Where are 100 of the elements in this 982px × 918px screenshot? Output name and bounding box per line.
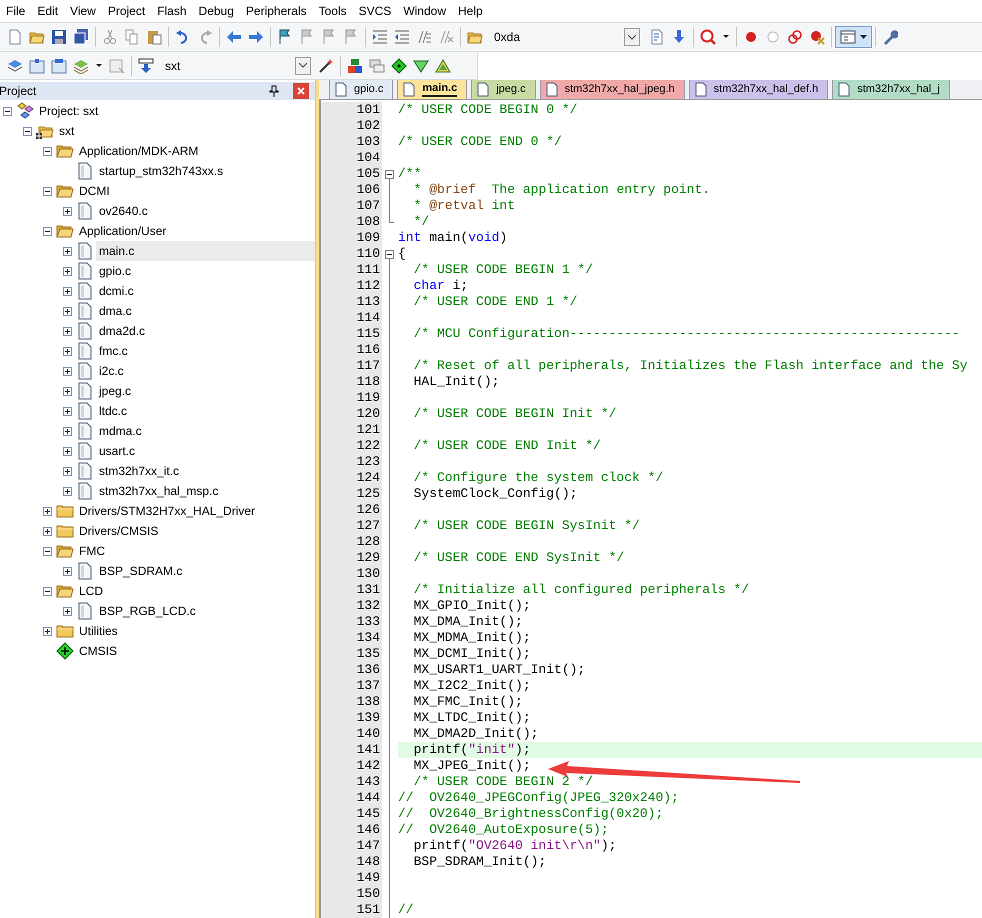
copy-icon[interactable] xyxy=(124,29,140,45)
menu-item[interactable]: Flash xyxy=(151,0,193,22)
fold-icon[interactable] xyxy=(385,170,394,179)
tree-item[interactable]: i2c.c xyxy=(96,361,315,381)
menu-item[interactable]: SVCS xyxy=(352,0,398,22)
expand-icon[interactable] xyxy=(63,286,72,296)
comment-lines-icon[interactable] xyxy=(416,29,432,45)
cut-icon[interactable] xyxy=(102,29,118,45)
uncomment-lines-icon[interactable] xyxy=(438,29,454,45)
flag-icon[interactable] xyxy=(277,29,293,45)
menu-item[interactable]: Help xyxy=(452,0,489,22)
load-download-icon[interactable] xyxy=(138,58,154,74)
window-button[interactable] xyxy=(835,26,872,48)
expand-icon[interactable] xyxy=(63,426,72,436)
collapse-icon[interactable] xyxy=(43,186,52,196)
collapse-icon[interactable] xyxy=(43,146,52,156)
tree-item[interactable]: ltdc.c xyxy=(96,401,315,421)
tree-item[interactable]: BSP_SDRAM.c xyxy=(96,561,315,581)
paste-icon[interactable] xyxy=(146,29,162,45)
find-combobox[interactable]: 0xda xyxy=(490,27,640,47)
tree-item[interactable]: Drivers/CMSIS xyxy=(76,521,315,541)
editor-tab[interactable]: jpeg.c xyxy=(471,80,536,99)
forward-arrow-icon[interactable] xyxy=(248,29,264,45)
dropdown-button[interactable] xyxy=(624,28,640,46)
pin-icon[interactable] xyxy=(269,85,279,97)
debug-magnifier-icon[interactable] xyxy=(700,29,716,45)
expand-icon[interactable] xyxy=(63,346,72,356)
tree-item[interactable]: sxt xyxy=(56,121,315,141)
diamond-icon[interactable] xyxy=(391,58,407,74)
collapse-icon[interactable] xyxy=(23,126,32,136)
tree-item[interactable]: ov2640.c xyxy=(96,201,315,221)
menu-item[interactable]: Project xyxy=(102,0,152,22)
tree-item[interactable]: mdma.c xyxy=(96,421,315,441)
tree-item[interactable]: jpeg.c xyxy=(96,381,315,401)
dropdown-button[interactable] xyxy=(295,56,311,74)
unindent-icon[interactable] xyxy=(394,29,410,45)
download-icon[interactable] xyxy=(671,29,687,45)
menu-item[interactable]: Window xyxy=(397,0,452,22)
expand-icon[interactable] xyxy=(63,566,72,576)
breakpoint-icon[interactable] xyxy=(743,29,759,45)
expand-icon[interactable] xyxy=(63,206,72,216)
expand-icon[interactable] xyxy=(63,446,72,456)
wrench-icon[interactable] xyxy=(882,29,898,45)
collapse-icon[interactable] xyxy=(3,106,12,116)
tree-item[interactable]: stm32h7xx_hal_msp.c xyxy=(96,481,315,501)
editor-tab[interactable]: stm32h7xx_hal_def.h xyxy=(688,80,828,99)
tree-item[interactable]: DCMI xyxy=(76,181,315,201)
tree-item[interactable]: stm32h7xx_it.c xyxy=(96,461,315,481)
expand-icon[interactable] xyxy=(43,526,52,536)
expand-icon[interactable] xyxy=(43,626,52,636)
editor-tab[interactable]: stm32h7xx_hal_j xyxy=(832,80,950,99)
stacked-layers-icon[interactable] xyxy=(7,58,23,74)
menu-item[interactable]: Tools xyxy=(312,0,353,22)
tree-item[interactable]: Application/User xyxy=(76,221,315,241)
menu-item[interactable]: File xyxy=(0,0,32,22)
tree-item[interactable]: CMSIS xyxy=(76,641,315,661)
menu-item[interactable]: Peripherals xyxy=(240,0,313,22)
expand-icon[interactable] xyxy=(43,506,52,516)
save-icon[interactable] xyxy=(51,29,67,45)
expand-icon[interactable] xyxy=(63,306,72,316)
windows-icon[interactable] xyxy=(369,58,385,74)
tree-item[interactable]: gpio.c xyxy=(96,261,315,281)
fold-icon[interactable] xyxy=(385,250,394,259)
layers-icon[interactable] xyxy=(73,58,89,74)
kill-breakpoint-icon[interactable] xyxy=(809,29,825,45)
tree-item[interactable]: dma.c xyxy=(96,301,315,321)
tree-item[interactable]: Utilities xyxy=(76,621,315,641)
back-arrow-icon[interactable] xyxy=(226,29,242,45)
tree-item[interactable]: dma2d.c xyxy=(96,321,315,341)
expand-icon[interactable] xyxy=(63,386,72,396)
tree-item[interactable]: LCD xyxy=(76,581,315,601)
tree-item[interactable]: FMC xyxy=(76,541,315,561)
expand-icon[interactable] xyxy=(63,406,72,416)
indent-icon[interactable] xyxy=(372,29,388,45)
tree-item[interactable]: usart.c xyxy=(96,441,315,461)
expand-icon[interactable] xyxy=(63,266,72,276)
collapse-icon[interactable] xyxy=(43,546,52,556)
collapse-icon[interactable] xyxy=(43,226,52,236)
menu-item[interactable]: View xyxy=(64,0,102,22)
expand-icon[interactable] xyxy=(63,326,72,336)
tree-item[interactable]: startup_stm32h743xx.s xyxy=(96,161,315,181)
expand-icon[interactable] xyxy=(63,366,72,376)
tree-item[interactable]: dcmi.c xyxy=(96,281,315,301)
menu-item[interactable]: Edit xyxy=(31,0,64,22)
new-file-icon[interactable] xyxy=(7,29,23,45)
expand-icon[interactable] xyxy=(63,486,72,496)
collapse-icon[interactable] xyxy=(43,586,52,596)
expand-icon[interactable] xyxy=(63,246,72,256)
tree-item[interactable]: main.c xyxy=(96,241,315,261)
editor-tab[interactable]: main.c xyxy=(397,80,468,99)
editor-tab[interactable]: gpio.c xyxy=(329,80,394,99)
tree-item[interactable]: fmc.c xyxy=(96,341,315,361)
magic-wand-icon[interactable] xyxy=(318,58,334,74)
tree-item[interactable]: Project: sxt xyxy=(36,101,315,121)
tree-item[interactable]: Drivers/STM32H7xx_HAL_Driver xyxy=(76,501,315,521)
linked-circles-icon[interactable] xyxy=(787,29,803,45)
find-in-files-icon[interactable] xyxy=(649,29,665,45)
tree-item[interactable]: Application/MDK-ARM xyxy=(76,141,315,161)
expand-icon[interactable] xyxy=(63,466,72,476)
expand-icon[interactable] xyxy=(63,606,72,616)
